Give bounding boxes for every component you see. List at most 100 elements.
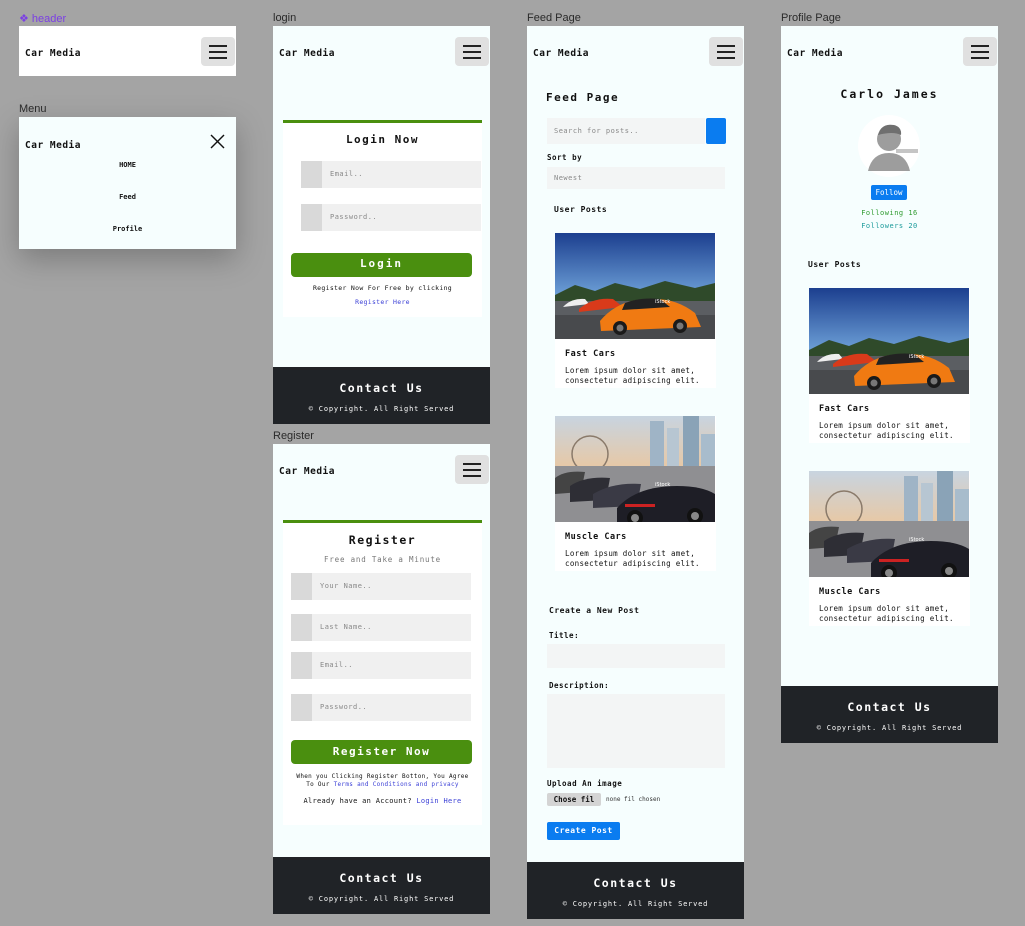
register-button[interactable]: Register Now [291,740,472,764]
brand-logo[interactable]: Car Media [279,466,335,477]
email-placeholder: Email.. [330,170,364,178]
footer-copyright: © Copyright. All Right Served [816,724,963,732]
menu-item-home[interactable]: HOME [19,161,236,169]
create-post-button[interactable]: Create Post [547,822,620,840]
brand-logo[interactable]: Car Media [25,140,81,151]
hamburger-menu-icon[interactable] [455,37,489,66]
footer-copyright: © Copyright. All Right Served [308,405,455,413]
feed-frame-label: Feed Page [527,12,581,24]
header-frame-label: ❖ header [19,13,67,25]
search-button[interactable] [706,118,726,144]
user-icon [291,614,312,641]
hamburger-menu-icon[interactable] [963,37,997,66]
login-link[interactable]: Login Here [416,797,461,805]
follow-button[interactable]: Follow [871,185,907,200]
password-placeholder: Password.. [320,703,368,711]
footer: Contact Us © Copyright. All Right Served [781,686,998,743]
post-card[interactable]: iStock Muscle Cars Lorem ipsum dolor sit… [809,471,970,626]
menu-item-feed[interactable]: Feed [19,193,236,201]
hamburger-menu-icon[interactable] [201,37,235,66]
name-placeholder: Your Name.. [320,582,372,590]
email-placeholder: Email.. [320,661,354,669]
close-icon[interactable] [210,134,225,149]
footer-title: Contact Us [339,381,424,395]
followers-count[interactable]: Followers 20 [781,222,998,230]
no-file-text: none fil chosen [606,796,661,803]
feed-title: Feed Page [546,91,620,104]
post-image: iStock [809,288,969,394]
login-prompt: Already have an Account? [303,797,412,805]
email-icon [301,161,322,188]
password-field[interactable]: Password.. [301,204,481,231]
hamburger-menu-icon[interactable] [709,37,743,66]
menu-component: Car Media HOME Feed Profile [19,117,236,249]
brand-logo[interactable]: Car Media [533,48,589,59]
brand-logo[interactable]: Car Media [279,48,335,59]
menu-item-profile[interactable]: Profile [19,225,236,233]
post-card[interactable]: iStock Fast Cars Lorem ipsum dolor sit a… [555,233,716,388]
following-count[interactable]: Following 16 [781,209,998,217]
password-field[interactable]: Password.. [291,694,471,721]
post-card[interactable]: iStock Fast Cars Lorem ipsum dolor sit a… [809,288,970,443]
hamburger-menu-icon[interactable] [455,455,489,484]
login-page: Car Media Login Now Email.. Password.. L… [273,26,490,424]
brand-logo[interactable]: Car Media [787,48,843,59]
profile-frame-label: Profile Page [781,12,841,24]
description-textarea[interactable] [547,694,725,768]
lock-icon [301,204,322,231]
post-text: Lorem ipsum dolor sit amet, consectetur … [819,604,954,623]
register-subtitle: Free and Take a Minute [324,555,441,564]
register-page: Car Media Register Free and Take a Minut… [273,444,490,914]
upload-label: Upload An image [547,779,623,788]
search-input[interactable]: Search for posts.. [547,118,705,144]
title-label: Title: [549,631,580,640]
footer-title: Contact Us [847,700,932,714]
register-card: Register Free and Take a Minute Your Nam… [283,520,482,825]
search-placeholder: Search for posts.. [554,127,639,135]
sort-select[interactable]: Newest [547,167,725,189]
footer-copyright: © Copyright. All Right Served [308,895,455,903]
profile-page: Car Media Carlo James Follow Following 1… [781,26,998,743]
description-label: Description: [549,681,610,690]
post-title: Muscle Cars [819,587,881,597]
lastname-field[interactable]: Last Name.. [291,614,471,641]
footer: Contact Us © Copyright. All Right Served [527,862,744,919]
terms-prefix: To Our [306,781,330,788]
email-field[interactable]: Email.. [291,652,471,679]
user-icon [291,573,312,600]
choose-file-button[interactable]: Chose fil [547,793,601,806]
profile-name: Carlo James [840,87,939,101]
login-button[interactable]: Login [291,253,472,277]
post-text: Lorem ipsum dolor sit amet, consectetur … [565,366,700,385]
post-text: Lorem ipsum dolor sit amet, consectetur … [565,549,700,568]
terms-link[interactable]: Terms and Conditions and privacy [334,781,459,788]
post-image: iStock [809,471,969,577]
terms-line: To Our Terms and Conditions and privacy [283,781,482,788]
posts-heading: User Posts [554,205,608,214]
header-component: Car Media [19,26,236,76]
footer: Contact Us © Copyright. All Right Served [273,367,490,424]
footer-title: Contact Us [339,871,424,885]
watermark-text: iStock [655,482,670,488]
feed-page: Car Media Feed Page Search for posts.. S… [527,26,744,919]
lock-icon [291,694,312,721]
footer-copyright: © Copyright. All Right Served [562,900,709,908]
footer-title: Contact Us [593,876,678,890]
login-card: Login Now Email.. Password.. Login Regis… [283,120,482,317]
post-image: iStock [555,416,715,522]
post-image: iStock [555,233,715,339]
posts-heading: User Posts [808,260,862,269]
terms-text: When you Clicking Register Botton, You A… [296,773,469,780]
watermark-text: iStock [909,537,924,543]
brand-logo[interactable]: Car Media [25,48,81,59]
email-icon [291,652,312,679]
post-card[interactable]: iStock Muscle Cars Lorem ipsum dolor sit… [555,416,716,571]
watermark-text: iStock [655,299,670,305]
login-frame-label: login [273,12,297,24]
menu-frame-label: Menu [19,103,47,115]
name-field[interactable]: Your Name.. [291,573,471,600]
post-title-input[interactable] [547,644,725,668]
register-link[interactable]: Register Here [283,298,482,306]
post-title: Fast Cars [565,349,616,359]
email-field[interactable]: Email.. [301,161,481,188]
